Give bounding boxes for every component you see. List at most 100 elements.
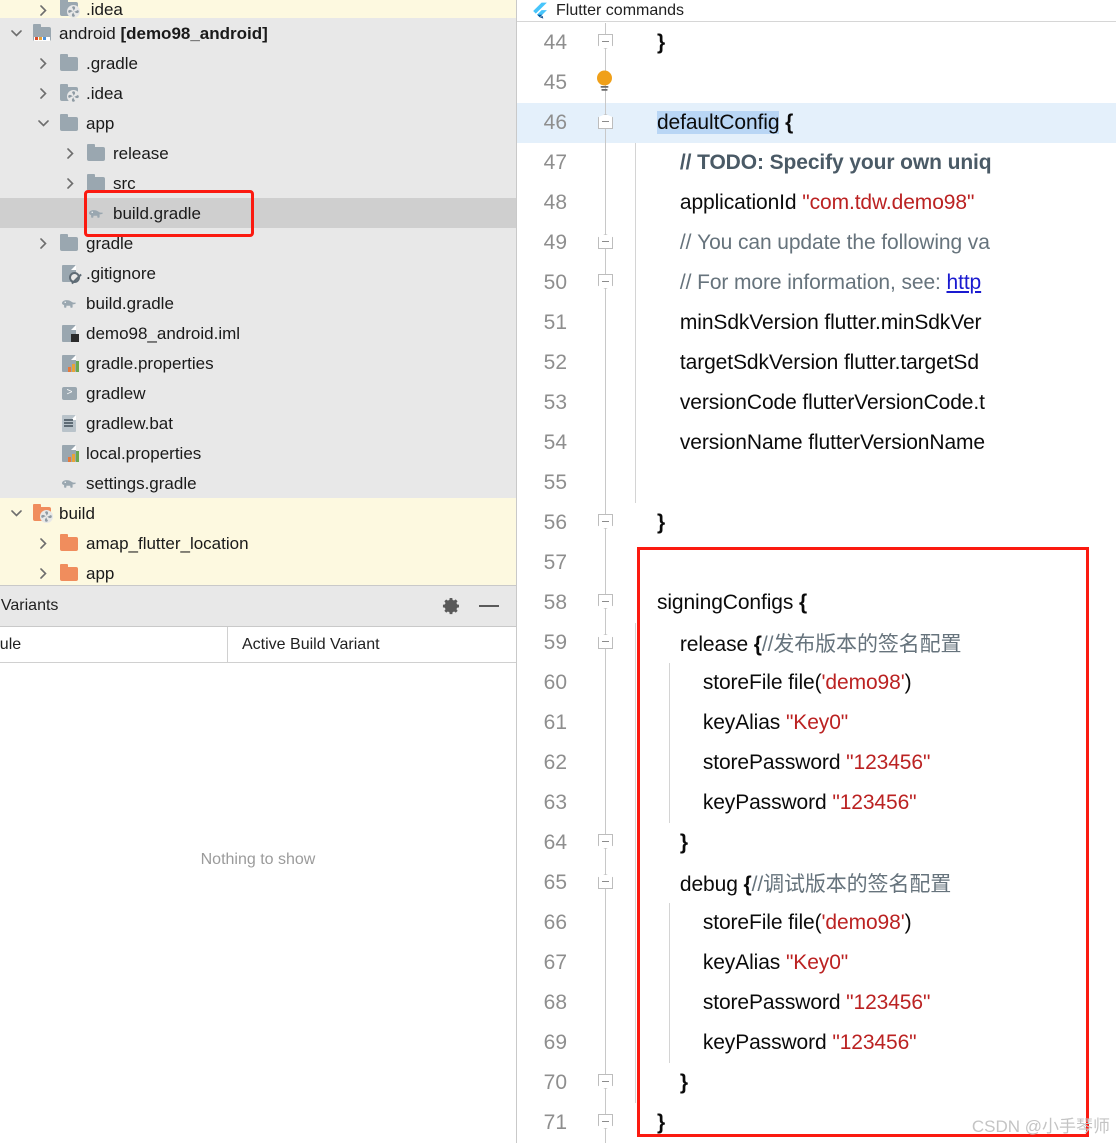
tree-arrow-down-icon[interactable] [8,505,24,521]
code-fold-gutter[interactable] [579,943,634,983]
code-line-57[interactable]: 57 [517,543,1116,583]
code-fold-gutter[interactable] [579,463,634,503]
code-fold-gutter[interactable] [579,1103,634,1143]
code-fold-gutter[interactable] [579,743,634,783]
tree-arrow-down-icon[interactable] [35,115,51,131]
tree-arrow-down-icon[interactable] [8,25,24,41]
tree-item-.gitignore[interactable]: .gitignore [0,258,516,288]
tree-arrow-right-icon[interactable] [62,175,78,191]
tree-item-gradle.properties[interactable]: gradle.properties [0,348,516,378]
code-fold-gutter[interactable] [579,863,634,903]
code-line-56[interactable]: 56 } [517,503,1116,543]
code-line-47[interactable]: 47 // TODO: Specify your own uniq [517,143,1116,183]
code-line-58[interactable]: 58 signingConfigs { [517,583,1116,623]
code-line-66[interactable]: 66 storeFile file('demo98') [517,903,1116,943]
code-fold-gutter[interactable] [579,903,634,943]
tree-arrow-right-icon[interactable] [35,535,51,551]
fold-toggle-icon[interactable] [598,34,613,49]
code-fold-gutter[interactable] [579,343,634,383]
project-tree[interactable]: .idea android [demo98_android] .gradle .ide… [0,0,516,588]
tree-item-.idea[interactable]: .idea [0,78,516,108]
code-fold-gutter[interactable] [579,103,634,143]
code-line-65[interactable]: 65 debug {//调试版本的签名配置 [517,863,1116,903]
code-line-48[interactable]: 48 applicationId "com.tdw.demo98" [517,183,1116,223]
code-line-61[interactable]: 61 keyAlias "Key0" [517,703,1116,743]
tree-arrow-right-icon[interactable] [62,145,78,161]
code-fold-gutter[interactable] [579,303,634,343]
tree-item-app[interactable]: app [0,558,516,588]
code-fold-gutter[interactable] [579,623,634,663]
code-line-45[interactable]: 45 [517,63,1116,103]
code-line-44[interactable]: 44 } [517,23,1116,63]
code-fold-gutter[interactable] [579,263,634,303]
tree-item-local.properties[interactable]: local.properties [0,438,516,468]
code-fold-gutter[interactable] [579,23,634,63]
code-line-64[interactable]: 64 } [517,823,1116,863]
fold-toggle-icon[interactable] [598,514,613,529]
gear-icon[interactable] [442,596,462,616]
code-line-62[interactable]: 62 storePassword "123456" [517,743,1116,783]
code-fold-gutter[interactable] [579,703,634,743]
code-line-46[interactable]: 46 defaultConfig { [517,103,1116,143]
code-fold-gutter[interactable] [579,543,634,583]
code-fold-gutter[interactable] [579,63,634,103]
code-line-53[interactable]: 53 versionCode flutterVersionCode.t [517,383,1116,423]
code-fold-gutter[interactable] [579,1023,634,1063]
code-line-54[interactable]: 54 versionName flutterVersionName [517,423,1116,463]
tree-item-demo98_android.iml[interactable]: demo98_android.iml [0,318,516,348]
code-line-52[interactable]: 52 targetSdkVersion flutter.targetSd [517,343,1116,383]
code-line-51[interactable]: 51 minSdkVersion flutter.minSdkVer [517,303,1116,343]
tree-item-build.gradle[interactable]: build.gradle [0,288,516,318]
tree-item-build.gradle[interactable]: build.gradle [0,198,516,228]
code-fold-gutter[interactable] [579,583,634,623]
fold-toggle-icon[interactable] [598,1074,613,1089]
flutter-commands-tab[interactable]: Flutter commands [517,0,1116,22]
fold-toggle-icon[interactable] [598,114,613,129]
code-line-67[interactable]: 67 keyAlias "Key0" [517,943,1116,983]
fold-toggle-icon[interactable] [598,234,613,249]
tree-item-android-[interactable]: android [demo98_android] [0,18,516,48]
fold-toggle-icon[interactable] [598,834,613,849]
code-line-69[interactable]: 69 keyPassword "123456" [517,1023,1116,1063]
code-line-59[interactable]: 59 release {//发布版本的签名配置 [517,623,1116,663]
tree-item-gradlew.bat[interactable]: gradlew.bat [0,408,516,438]
code-fold-gutter[interactable] [579,663,634,703]
tree-arrow-right-icon[interactable] [35,55,51,71]
tree-item-.idea[interactable]: .idea [0,0,516,18]
tree-item-.gradle[interactable]: .gradle [0,48,516,78]
fold-toggle-icon[interactable] [598,594,613,609]
code-line-68[interactable]: 68 storePassword "123456" [517,983,1116,1023]
code-fold-gutter[interactable] [579,983,634,1023]
tree-item-amap_flutter_location[interactable]: amap_flutter_location [0,528,516,558]
code-fold-gutter[interactable] [579,1063,634,1103]
tree-item-app[interactable]: app [0,108,516,138]
fold-toggle-icon[interactable] [598,1114,613,1129]
code-fold-gutter[interactable] [579,383,634,423]
tree-item-src[interactable]: src [0,168,516,198]
code-lines-container[interactable]: 44 } 45 46 defaultConfig {47 // TODO: Spec… [517,23,1116,1143]
code-line-50[interactable]: 50 // For more information, see: http [517,263,1116,303]
code-fold-gutter[interactable] [579,823,634,863]
minimize-icon[interactable] [478,596,500,616]
tree-arrow-right-icon[interactable] [35,85,51,101]
code-line-55[interactable]: 55 [517,463,1116,503]
tree-item-gradle[interactable]: gradle [0,228,516,258]
code-fold-gutter[interactable] [579,183,634,223]
code-fold-gutter[interactable] [579,423,634,463]
tree-item-release[interactable]: release [0,138,516,168]
code-fold-gutter[interactable] [579,223,634,263]
fold-toggle-icon[interactable] [598,874,613,889]
intention-bulb-icon[interactable] [595,69,614,94]
code-fold-gutter[interactable] [579,783,634,823]
tree-arrow-right-icon[interactable] [35,235,51,251]
tree-arrow-right-icon[interactable] [35,565,51,581]
code-line-49[interactable]: 49 // You can update the following va [517,223,1116,263]
code-line-70[interactable]: 70 } [517,1063,1116,1103]
fold-toggle-icon[interactable] [598,634,613,649]
tree-arrow-right-icon[interactable] [35,2,51,18]
tree-item-settings.gradle[interactable]: settings.gradle [0,468,516,498]
code-line-63[interactable]: 63 keyPassword "123456" [517,783,1116,823]
fold-toggle-icon[interactable] [598,274,613,289]
code-fold-gutter[interactable] [579,143,634,183]
tree-item-gradlew[interactable]: > gradlew [0,378,516,408]
